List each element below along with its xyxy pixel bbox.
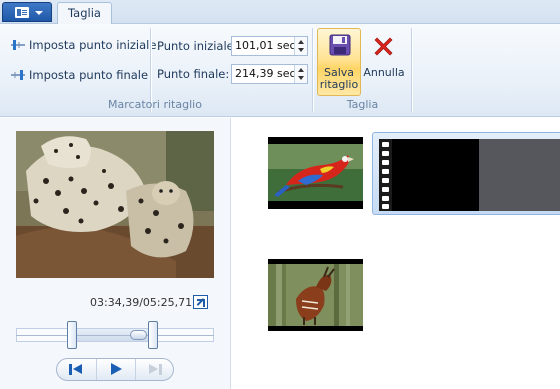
start-point-value: 101,01 sec [235, 39, 296, 52]
trim-track-line [16, 335, 214, 336]
spin-up-icon[interactable] [298, 40, 304, 44]
red-x-icon [374, 37, 393, 56]
preview-pane: 03:34,39/05:25,71 [0, 118, 231, 389]
next-frame-button[interactable] [135, 359, 173, 380]
markers-group-label: Marcatori ritaglio [108, 98, 202, 111]
group-separator [312, 28, 313, 112]
chevron-down-icon [35, 11, 43, 15]
jaguar-cubs-image [16, 131, 214, 278]
floppy-disk-icon [329, 34, 351, 56]
trim-slider[interactable] [16, 320, 214, 352]
clip-thumbnail-antelope[interactable] [268, 259, 363, 331]
spin-up-icon[interactable] [298, 68, 304, 72]
trim-end-handle[interactable] [148, 321, 158, 349]
antelope-image [268, 259, 363, 331]
player-controls [56, 358, 174, 381]
storyboard [232, 118, 560, 389]
next-frame-icon [149, 364, 158, 374]
play-icon [111, 363, 122, 375]
spin-down-icon[interactable] [298, 48, 304, 52]
cancel-label: Annulla [363, 66, 405, 79]
previous-frame-icon [69, 364, 72, 375]
start-marker-icon [11, 40, 25, 50]
save-trim-label-line2: ritaglio [319, 78, 359, 91]
end-point-spin-buttons[interactable] [294, 65, 307, 83]
time-readout: 03:34,39/05:25,71 [90, 296, 193, 309]
end-point-value: 214,39 sec [235, 67, 296, 80]
clip-thumbnail-parrot[interactable] [268, 137, 363, 209]
set-end-point-label: Imposta punto finale [29, 68, 149, 82]
end-point-stepper[interactable]: 214,39 sec [231, 64, 308, 84]
film-strip [379, 139, 560, 211]
parrot-image [268, 137, 363, 209]
start-point-label: Punto iniziale: [157, 39, 238, 53]
end-point-label: Punto finale: [157, 67, 230, 81]
tab-taglia[interactable]: Taglia [57, 2, 112, 25]
video-preview [16, 131, 214, 278]
expand-icon[interactable] [193, 295, 208, 309]
trim-group-label: Taglia [346, 98, 379, 111]
app-menu-button[interactable] [2, 2, 52, 22]
ribbon: Imposta punto iniziale Imposta punto fin… [0, 24, 560, 117]
end-marker-icon [11, 70, 25, 80]
play-button[interactable] [96, 359, 135, 380]
previous-frame-button[interactable] [57, 359, 96, 380]
menu-icon [15, 7, 29, 18]
set-start-point-label: Imposta punto iniziale [29, 38, 157, 52]
group-separator [411, 28, 412, 112]
start-point-stepper[interactable]: 101,01 sec [231, 36, 308, 56]
ribbon-tab-bar: Taglia [0, 0, 560, 25]
spin-down-icon[interactable] [298, 76, 304, 80]
save-trim-button[interactable]: Salva ritaglio [317, 28, 361, 96]
playhead-thumb[interactable] [130, 330, 147, 340]
clip-thumbnail-selected[interactable] [372, 132, 560, 215]
cancel-button[interactable]: Annulla [362, 28, 406, 96]
start-point-spin-buttons[interactable] [294, 37, 307, 55]
clip-frame [392, 139, 479, 211]
trim-start-handle[interactable] [67, 321, 77, 349]
